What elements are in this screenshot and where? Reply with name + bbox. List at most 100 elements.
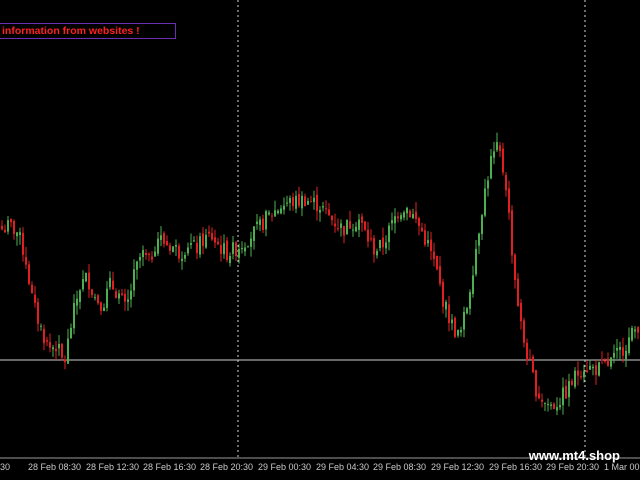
candle-bear bbox=[361, 216, 363, 223]
candle-bear bbox=[520, 302, 522, 322]
candle-bear bbox=[4, 229, 6, 233]
candle-bear bbox=[262, 218, 264, 230]
candle-bull bbox=[40, 325, 42, 327]
candle-bull bbox=[67, 338, 69, 364]
candle-bear bbox=[292, 197, 294, 207]
candle-bull bbox=[457, 329, 459, 336]
candle-bull bbox=[631, 327, 633, 341]
candle-bull bbox=[379, 239, 381, 249]
candle-bull bbox=[466, 308, 468, 314]
candle-bear bbox=[37, 302, 39, 324]
candle-bear bbox=[10, 219, 12, 223]
candle-bull bbox=[490, 156, 492, 179]
site-watermark: www.mt4.shop bbox=[528, 448, 620, 463]
candle-bear bbox=[226, 240, 228, 261]
candle-bear bbox=[46, 340, 48, 342]
time-tick-label: 29 Feb 08:30 bbox=[373, 462, 427, 472]
candle-bull bbox=[76, 298, 78, 306]
candle-bear bbox=[409, 210, 411, 218]
candle-bull bbox=[562, 387, 564, 406]
candle-bear bbox=[325, 208, 327, 210]
candle-bear bbox=[235, 242, 237, 257]
candle-bear bbox=[580, 376, 582, 378]
candle-bull bbox=[544, 402, 546, 404]
candle-bull bbox=[274, 210, 276, 217]
candle-bear bbox=[532, 356, 534, 373]
candle-bull bbox=[142, 250, 144, 257]
candle-bull bbox=[625, 350, 627, 360]
candle-bull bbox=[52, 347, 54, 350]
candle-bull bbox=[340, 223, 342, 228]
candle-bull bbox=[259, 219, 261, 225]
candle-bear bbox=[334, 223, 336, 227]
time-tick-label: 28 Feb 12:30 bbox=[86, 462, 140, 472]
candle-bear bbox=[208, 231, 210, 234]
candle-bear bbox=[28, 264, 30, 284]
candle-bull bbox=[616, 348, 618, 351]
candle-bear bbox=[178, 245, 180, 259]
candle-bear bbox=[448, 304, 450, 324]
candle-bull bbox=[550, 404, 552, 406]
candle-bull bbox=[295, 195, 297, 209]
candle-bear bbox=[169, 245, 171, 251]
candle-bear bbox=[121, 293, 123, 295]
candle-bull bbox=[193, 240, 195, 242]
candle-bull bbox=[85, 272, 87, 282]
candle-bear bbox=[331, 215, 333, 221]
candle-bear bbox=[49, 342, 51, 348]
candle-bear bbox=[166, 241, 168, 246]
candle-bull bbox=[16, 232, 18, 237]
candle-bull bbox=[133, 269, 135, 291]
candle-bull bbox=[268, 212, 270, 215]
candle-bear bbox=[424, 230, 426, 245]
candle-bull bbox=[280, 208, 282, 214]
candle-bear bbox=[523, 320, 525, 343]
candle-bull bbox=[496, 142, 498, 151]
candle-bull bbox=[481, 215, 483, 235]
candle-bear bbox=[577, 370, 579, 376]
candle-bull bbox=[358, 219, 360, 230]
candle-bull bbox=[556, 407, 558, 411]
candle-bear bbox=[13, 220, 15, 235]
candle-bear bbox=[415, 211, 417, 219]
candle-bull bbox=[187, 247, 189, 254]
candle-bull bbox=[475, 248, 477, 275]
candle-bull bbox=[355, 226, 357, 232]
candle-bear bbox=[571, 380, 573, 385]
candle-bear bbox=[115, 291, 117, 299]
candle-bear bbox=[43, 328, 45, 344]
candle-bull bbox=[157, 238, 159, 254]
alert-banner[interactable]: information from websites ! bbox=[0, 23, 176, 39]
candle-bear bbox=[508, 188, 510, 213]
candle-bull bbox=[307, 200, 309, 205]
candle-bear bbox=[526, 342, 528, 361]
candle-bear bbox=[604, 360, 606, 362]
candle-bear bbox=[220, 245, 222, 254]
candle-bull bbox=[610, 357, 612, 367]
candle-bear bbox=[553, 403, 555, 409]
candle-bull bbox=[190, 243, 192, 245]
candle-bear bbox=[61, 343, 63, 358]
candle-bull bbox=[493, 151, 495, 158]
candle-bull bbox=[574, 370, 576, 387]
candle-bull bbox=[172, 246, 174, 252]
candle-bear bbox=[55, 348, 57, 352]
candle-bear bbox=[298, 193, 300, 206]
candle-bull bbox=[205, 234, 207, 248]
candle-bull bbox=[319, 210, 321, 213]
candle-bear bbox=[271, 215, 273, 217]
candle-bear bbox=[337, 228, 339, 230]
price-chart[interactable] bbox=[0, 0, 640, 480]
candle-bull bbox=[283, 205, 285, 210]
candle-bull bbox=[388, 225, 390, 243]
candle-bull bbox=[445, 301, 447, 310]
candle-bear bbox=[565, 386, 567, 399]
candle-bear bbox=[502, 148, 504, 173]
candle-bear bbox=[22, 232, 24, 255]
candle-bull bbox=[106, 288, 108, 308]
candle-bear bbox=[91, 289, 93, 296]
candle-bear bbox=[97, 295, 99, 304]
candle-bull bbox=[244, 247, 246, 252]
candle-bull bbox=[394, 216, 396, 224]
candle-bull bbox=[286, 202, 288, 204]
